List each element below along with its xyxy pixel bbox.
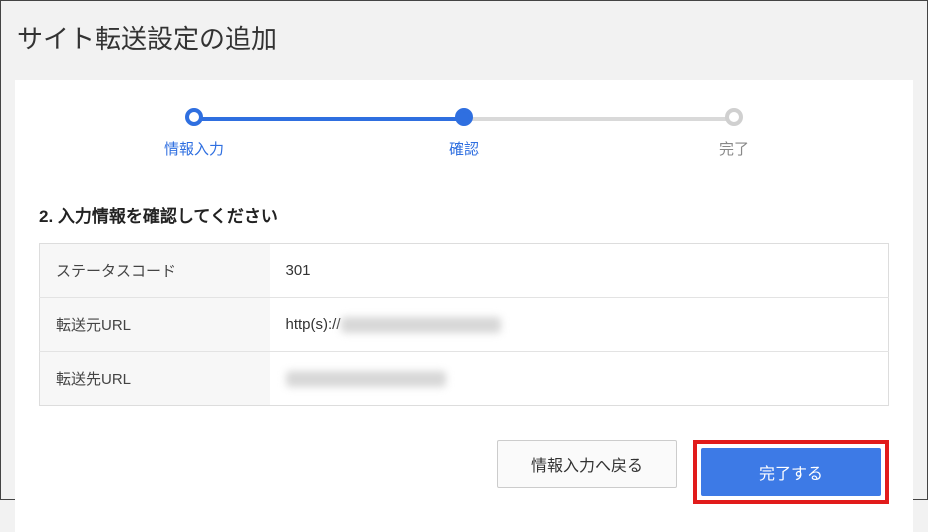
row-value-source-url: http(s):// bbox=[270, 298, 889, 352]
confirm-table: ステータスコード 301 転送元URL http(s):// 転送先URL bbox=[39, 243, 889, 406]
step-label-input: 情報入力 bbox=[154, 138, 234, 159]
submit-button[interactable]: 完了する bbox=[701, 448, 881, 496]
redacted-text bbox=[286, 371, 446, 387]
step-input: 情報入力 bbox=[154, 108, 234, 159]
section-heading: 2. 入力情報を確認してください bbox=[39, 202, 889, 227]
step-dot-complete bbox=[725, 108, 743, 126]
back-button[interactable]: 情報入力へ戻る bbox=[497, 440, 677, 488]
step-confirm: 確認 bbox=[424, 108, 504, 159]
submit-highlight: 完了する bbox=[693, 440, 889, 504]
step-complete: 完了 bbox=[694, 108, 774, 159]
step-dot-confirm bbox=[455, 108, 473, 126]
row-value-dest-url bbox=[270, 352, 889, 406]
table-row: 転送元URL http(s):// bbox=[40, 298, 889, 352]
step-label-confirm: 確認 bbox=[424, 138, 504, 159]
redacted-text bbox=[341, 317, 501, 333]
step-label-complete: 完了 bbox=[694, 138, 774, 159]
confirm-card: 情報入力 確認 完了 2. 入力情報を確認してください ステータスコード 301… bbox=[15, 80, 913, 532]
row-label-source-url: 転送元URL bbox=[40, 298, 270, 352]
row-value-status-code: 301 bbox=[270, 244, 889, 298]
row-label-status-code: ステータスコード bbox=[40, 244, 270, 298]
step-dot-input bbox=[185, 108, 203, 126]
table-row: ステータスコード 301 bbox=[40, 244, 889, 298]
page-title: サイト転送設定の追加 bbox=[1, 1, 927, 74]
progress-stepper: 情報入力 確認 完了 bbox=[184, 108, 744, 168]
action-bar: 情報入力へ戻る 完了する bbox=[39, 440, 889, 504]
source-url-prefix: http(s):// bbox=[286, 316, 341, 333]
table-row: 転送先URL bbox=[40, 352, 889, 406]
row-label-dest-url: 転送先URL bbox=[40, 352, 270, 406]
